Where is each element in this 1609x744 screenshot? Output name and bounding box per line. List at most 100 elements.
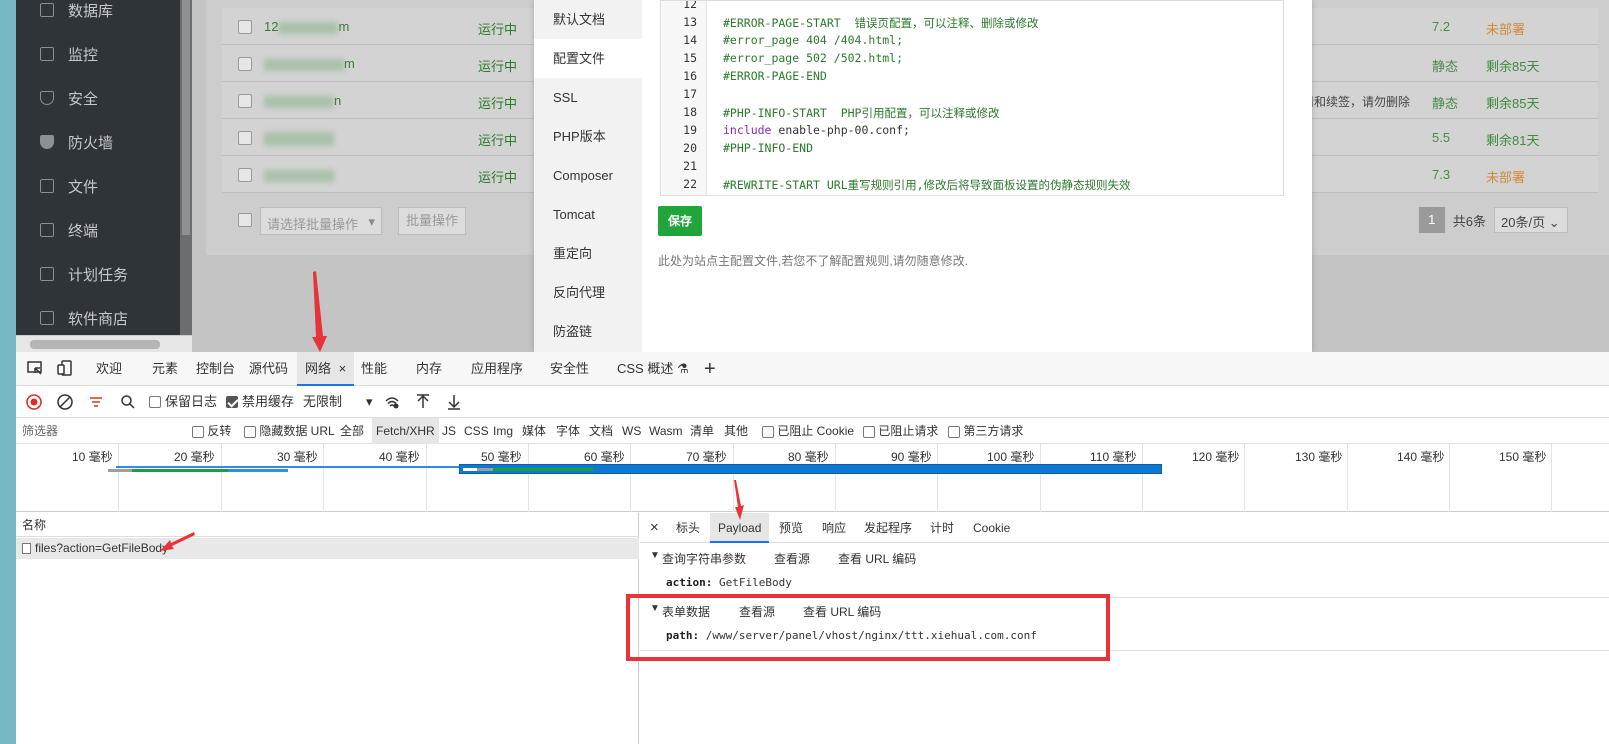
menu-item-default-doc[interactable]: 默认文档 bbox=[534, 0, 642, 39]
menu-item-ssl[interactable]: SSL bbox=[534, 78, 642, 117]
invert-checkbox[interactable]: 反转 bbox=[192, 418, 231, 444]
type-manifest[interactable]: 清单 bbox=[690, 418, 714, 444]
site-php-version[interactable]: 静态 bbox=[1432, 93, 1458, 112]
tab-network[interactable]: 网络 × bbox=[297, 352, 355, 386]
menu-item-reverse-proxy[interactable]: 反向代理 bbox=[534, 273, 642, 312]
menu-item-tomcat[interactable]: Tomcat bbox=[534, 195, 642, 234]
sidebar-horizontal-scrollbar[interactable] bbox=[16, 335, 192, 352]
site-name[interactable]: n bbox=[264, 93, 341, 108]
tab-timing[interactable]: 计时 bbox=[930, 513, 954, 543]
device-toolbar-icon[interactable] bbox=[56, 359, 74, 382]
site-ssl-expiry[interactable]: 剩余85天 bbox=[1486, 56, 1539, 75]
config-code-editor[interactable]: 12 13 #ERROR-PAGE-START 错误页配置，可以注释、删除或修改 … bbox=[660, 0, 1284, 196]
tab-payload[interactable]: Payload bbox=[710, 513, 770, 543]
tab-sources[interactable]: 源代码 bbox=[249, 352, 288, 386]
row-checkbox[interactable] bbox=[238, 131, 252, 145]
site-status[interactable]: 运行中 bbox=[478, 93, 517, 112]
tab-performance[interactable]: 性能 bbox=[361, 352, 387, 386]
tab-css-overview[interactable]: CSS 概述 ⚗ bbox=[617, 352, 689, 386]
site-name[interactable]: m bbox=[264, 56, 355, 71]
throttle-select[interactable]: 无限制 ▾ bbox=[303, 386, 373, 418]
sidebar-item-firewall[interactable]: 防火墙 bbox=[16, 120, 180, 164]
page-current[interactable]: 1 bbox=[1418, 207, 1445, 233]
type-font[interactable]: 字体 bbox=[556, 418, 580, 444]
row-checkbox[interactable] bbox=[238, 20, 252, 34]
tab-initiator[interactable]: 发起程序 bbox=[864, 513, 912, 543]
type-js[interactable]: JS bbox=[442, 418, 456, 444]
tab-welcome[interactable]: 欢迎 bbox=[96, 352, 122, 386]
site-php-version[interactable]: 7.2 bbox=[1432, 19, 1450, 34]
sidebar-item-cron[interactable]: 计划任务 bbox=[16, 252, 180, 296]
scrollbar-thumb[interactable] bbox=[182, 0, 190, 235]
tab-application[interactable]: 应用程序 bbox=[471, 352, 523, 386]
blocked-requests-checkbox[interactable]: 已阻止请求 bbox=[863, 418, 938, 444]
site-php-version[interactable]: 5.5 bbox=[1432, 130, 1450, 145]
menu-item-redirect[interactable]: 重定向 bbox=[534, 234, 642, 273]
name-column-header[interactable]: 名称 bbox=[16, 513, 639, 537]
sidebar-item-store[interactable]: 软件商店 bbox=[16, 296, 180, 340]
type-wasm[interactable]: Wasm bbox=[649, 418, 683, 444]
import-har-icon[interactable] bbox=[415, 386, 431, 418]
clear-icon[interactable] bbox=[56, 386, 74, 418]
record-icon[interactable] bbox=[25, 386, 43, 418]
network-conditions-icon[interactable] bbox=[383, 386, 401, 418]
view-source-link[interactable]: 查看源 bbox=[774, 550, 838, 567]
select-all-checkbox[interactable] bbox=[238, 213, 252, 227]
sidebar-item-security[interactable]: 安全 bbox=[16, 76, 180, 120]
tab-preview[interactable]: 预览 bbox=[779, 513, 803, 543]
filter-input[interactable]: 筛选器 bbox=[22, 418, 182, 444]
tab-security[interactable]: 安全性 bbox=[550, 352, 589, 386]
site-status[interactable]: 运行中 bbox=[478, 130, 517, 149]
row-checkbox[interactable] bbox=[238, 57, 252, 71]
site-status[interactable]: 运行中 bbox=[478, 19, 517, 38]
site-ssl-expiry[interactable]: 未部署 bbox=[1486, 167, 1525, 186]
row-checkbox[interactable] bbox=[238, 168, 252, 182]
site-php-version[interactable]: 静态 bbox=[1432, 56, 1458, 75]
search-icon[interactable] bbox=[120, 386, 136, 418]
request-row[interactable]: files?action=GetFileBody bbox=[16, 538, 639, 559]
type-other[interactable]: 其他 bbox=[724, 418, 748, 444]
request-name[interactable]: files?action=GetFileBody bbox=[35, 538, 168, 559]
type-fetch-xhr[interactable]: Fetch/XHR bbox=[372, 418, 439, 444]
type-media[interactable]: 媒体 bbox=[522, 418, 546, 444]
close-details-icon[interactable]: × bbox=[650, 513, 659, 543]
site-name[interactable]: 12 m bbox=[264, 19, 349, 34]
site-ssl-expiry[interactable]: 剩余85天 bbox=[1486, 93, 1539, 112]
query-params-header[interactable]: ▼ 查询字符串参数 查看源 查看 URL 编码 bbox=[650, 550, 916, 567]
type-ws[interactable]: WS bbox=[622, 418, 641, 444]
scrollbar-thumb[interactable] bbox=[30, 340, 160, 349]
network-overview-timeline[interactable]: 10 毫秒 20 毫秒 30 毫秒 40 毫秒 50 毫秒 60 毫秒 70 毫… bbox=[16, 444, 1609, 512]
site-status[interactable]: 运行中 bbox=[478, 167, 517, 186]
menu-item-php-version[interactable]: PHP版本 bbox=[534, 117, 642, 156]
add-tab-icon[interactable]: + bbox=[704, 352, 716, 386]
tab-headers[interactable]: 标头 bbox=[676, 513, 700, 543]
export-har-icon[interactable] bbox=[446, 386, 462, 418]
tab-response[interactable]: 响应 bbox=[822, 513, 846, 543]
batch-action-button[interactable]: 批量操作 bbox=[398, 207, 466, 235]
menu-item-composer[interactable]: Composer bbox=[534, 156, 642, 195]
row-checkbox[interactable] bbox=[238, 94, 252, 108]
sidebar-scrollbar[interactable] bbox=[180, 0, 192, 352]
disable-cache-checkbox[interactable]: 禁用缓存 bbox=[226, 386, 294, 418]
batch-action-select[interactable]: 请选择批量操作 ▾ bbox=[260, 207, 382, 235]
type-img[interactable]: Img bbox=[493, 418, 513, 444]
tab-console[interactable]: 控制台 bbox=[196, 352, 235, 386]
save-button[interactable]: 保存 bbox=[658, 206, 702, 236]
type-all[interactable]: 全部 bbox=[340, 418, 364, 444]
menu-item-hotlink[interactable]: 防盗链 bbox=[534, 312, 642, 351]
site-name[interactable] bbox=[264, 130, 334, 146]
tab-cookies[interactable]: Cookie bbox=[973, 513, 1010, 543]
type-css[interactable]: CSS bbox=[464, 418, 489, 444]
preserve-log-checkbox[interactable]: 保留日志 bbox=[149, 386, 217, 418]
inspect-icon[interactable] bbox=[26, 359, 44, 382]
sidebar-item-database[interactable]: 数据库 bbox=[16, 0, 180, 32]
hide-data-url-checkbox[interactable]: 隐藏数据 URL bbox=[244, 418, 335, 444]
site-ssl-expiry[interactable]: 未部署 bbox=[1486, 19, 1525, 38]
view-url-encoded-link[interactable]: 查看 URL 编码 bbox=[838, 550, 916, 567]
third-party-checkbox[interactable]: 第三方请求 bbox=[948, 418, 1023, 444]
sidebar-item-monitor[interactable]: 监控 bbox=[16, 32, 180, 76]
sidebar-item-files[interactable]: 文件 bbox=[16, 164, 180, 208]
filter-icon[interactable] bbox=[88, 386, 104, 418]
menu-item-config-file[interactable]: 配置文件 bbox=[534, 39, 642, 78]
site-name[interactable] bbox=[264, 167, 334, 182]
